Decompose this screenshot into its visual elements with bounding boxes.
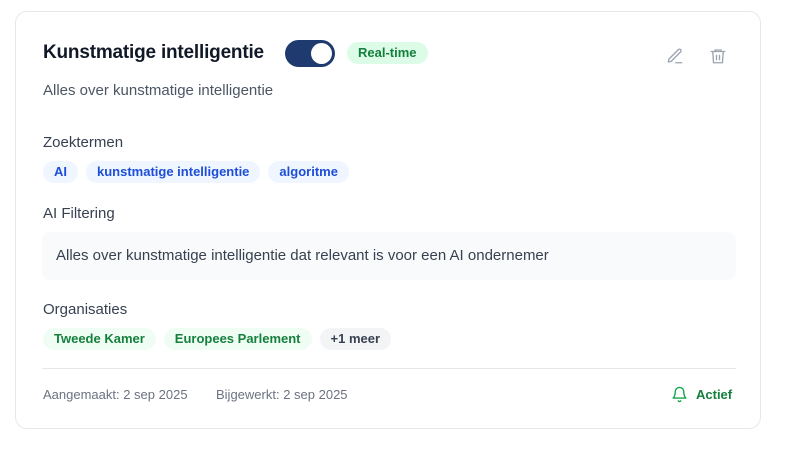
updated-date: Bijgewerkt: 2 sep 2025 xyxy=(216,387,348,402)
card-description: Alles over kunstmatige intelligentie xyxy=(43,82,274,99)
realtime-toggle[interactable] xyxy=(285,40,335,67)
card-title: Kunstmatige intelligentie xyxy=(43,42,264,63)
ai-filter-label: AI Filtering xyxy=(43,205,115,222)
keywords-label: Zoektermen xyxy=(43,134,124,151)
status-indicator: Actief xyxy=(671,386,732,403)
keywords-list: AI kunstmatige intelligentie algoritme xyxy=(43,161,349,183)
toggle-knob xyxy=(311,43,332,64)
more-organisations-chip[interactable]: +1 meer xyxy=(319,328,392,350)
created-date: Aangemaakt: 2 sep 2025 xyxy=(43,387,188,402)
realtime-badge: Real-time xyxy=(347,42,428,64)
pencil-icon xyxy=(667,48,683,64)
edit-button[interactable] xyxy=(663,44,687,68)
organisation-chip: Tweede Kamer xyxy=(43,328,156,350)
keyword-chip: kunstmatige intelligentie xyxy=(86,161,261,183)
organisation-chip: Europees Parlement xyxy=(163,328,312,350)
bell-icon xyxy=(672,386,687,403)
footer-divider xyxy=(42,368,736,369)
ai-filter-text: Alles over kunstmatige intelligentie dat… xyxy=(42,232,736,280)
keyword-chip: algoritme xyxy=(268,161,349,183)
alert-card: Kunstmatige intelligentie Real-time Alle… xyxy=(15,11,761,429)
organisations-list: Tweede Kamer Europees Parlement +1 meer xyxy=(43,328,392,350)
keyword-chip: AI xyxy=(43,161,78,183)
organisations-label: Organisaties xyxy=(43,301,128,318)
trash-icon xyxy=(710,49,726,64)
delete-button[interactable] xyxy=(706,44,730,68)
status-label: Actief xyxy=(696,387,733,402)
